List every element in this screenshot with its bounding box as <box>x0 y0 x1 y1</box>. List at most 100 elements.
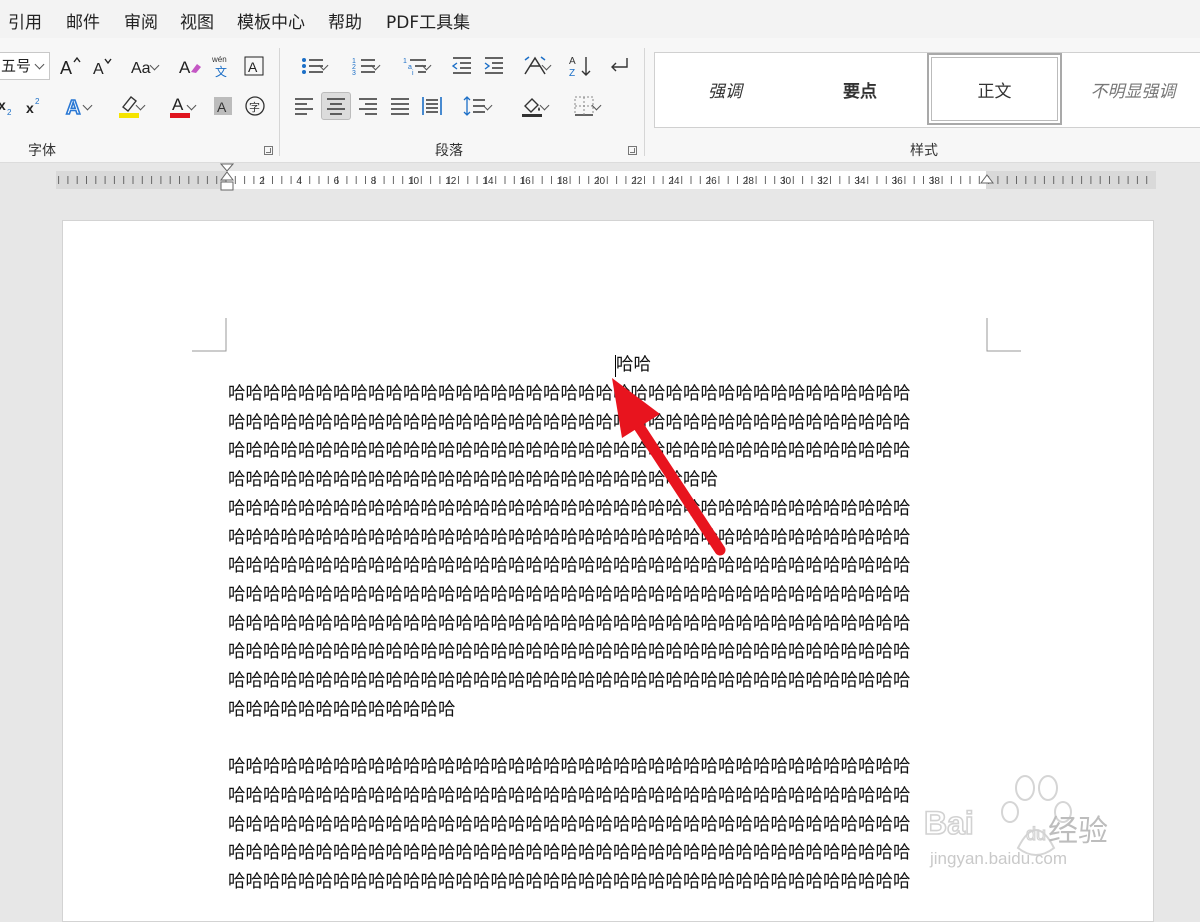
watermark-brand: Bai <box>924 805 974 841</box>
annotation-arrow-icon <box>612 378 726 556</box>
watermark-url: jingyan.baidu.com <box>930 849 1068 868</box>
svg-text:文: 文 <box>215 64 227 79</box>
tab-help[interactable]: 帮助 <box>328 8 362 33</box>
align-right-button[interactable] <box>354 92 382 120</box>
subscript-icon: x2 <box>0 97 12 117</box>
numbering-button[interactable]: 123 <box>342 52 386 80</box>
ruler-number: 4 <box>296 176 302 187</box>
tab-pdf-tools[interactable]: PDF工具集 <box>386 8 470 33</box>
svg-text:x: x <box>0 97 6 113</box>
document-line: 哈哈哈哈哈哈哈哈哈哈哈哈哈哈哈哈哈哈哈哈哈哈哈哈哈哈哈哈哈哈哈哈哈哈哈哈哈哈哈 <box>228 613 911 634</box>
character-shading-icon: A <box>214 97 232 115</box>
clear-formatting-icon: A <box>179 58 201 77</box>
font-dialog-launcher-icon[interactable] <box>264 146 273 155</box>
document-line: 哈哈哈哈哈哈哈哈哈哈哈哈哈哈哈哈哈哈哈哈哈哈哈哈哈哈哈哈哈哈哈哈哈哈哈哈哈哈哈 <box>228 384 911 404</box>
chevron-down-icon <box>34 59 45 70</box>
enclose-character-button[interactable]: 字 <box>242 92 268 120</box>
svg-text:i: i <box>412 70 414 77</box>
font-size-select[interactable]: 五号 <box>0 52 50 80</box>
ruler-number: 6 <box>334 176 340 187</box>
first-line-indent-marker-icon[interactable] <box>220 163 234 196</box>
paragraph-dialog-launcher-icon[interactable] <box>628 146 637 155</box>
document-line: 哈哈哈哈哈哈哈哈哈哈哈哈哈 <box>228 699 456 720</box>
svg-text:x: x <box>26 100 34 116</box>
enclose-character-icon: 字 <box>245 96 265 116</box>
style-subtle-emphasis[interactable]: 不明显强调 <box>1065 53 1200 125</box>
shading-button[interactable] <box>509 92 555 120</box>
align-left-button[interactable] <box>290 92 318 120</box>
paragraph-mark-icon <box>611 58 628 72</box>
horizontal-ruler[interactable]: 2 4 6 8 10 12 14 16 18 20 22 24 26 28 30 32 34 36 38 <box>0 163 1200 196</box>
group-separator <box>279 48 280 156</box>
styles-group-label: 样式 <box>910 143 938 159</box>
svg-text:2: 2 <box>35 97 40 106</box>
tab-template-center[interactable]: 模板中心 <box>237 8 305 33</box>
svg-text:wén: wén <box>211 55 227 64</box>
ruler-number: 26 <box>706 176 718 187</box>
style-emphasis-label: 强调 <box>708 81 742 102</box>
distributed-icon <box>422 97 442 115</box>
bullets-button[interactable] <box>290 52 334 80</box>
multilevel-list-button[interactable]: 1ai <box>393 52 437 80</box>
document-line: 哈哈哈哈哈哈哈哈哈哈哈哈哈哈哈哈哈哈哈哈哈哈哈哈哈哈哈哈哈哈哈哈哈哈哈哈哈哈哈 <box>228 785 911 806</box>
document-line: 哈哈哈哈哈哈哈哈哈哈哈哈哈哈哈哈哈哈哈哈哈哈哈哈哈哈哈哈哈哈哈哈哈哈哈哈哈哈哈 <box>228 671 911 691</box>
line-spacing-button[interactable] <box>452 92 498 120</box>
show-marks-button[interactable] <box>604 52 634 80</box>
ruler-number: 36 <box>892 176 904 187</box>
phonetic-guide-button[interactable]: wén 文 <box>208 52 236 80</box>
document-line: 哈哈哈哈哈哈哈哈哈哈哈哈哈哈哈哈哈哈哈哈哈哈哈哈哈哈哈哈哈哈哈哈哈哈哈哈哈哈哈 <box>228 441 911 462</box>
ruler-number: 24 <box>668 176 680 187</box>
right-indent-marker-icon[interactable] <box>980 173 994 191</box>
tab-review[interactable]: 审阅 <box>124 8 158 33</box>
change-case-button[interactable]: Aa <box>121 52 165 80</box>
font-color-button[interactable]: A <box>158 92 202 120</box>
watermark-brand2: du <box>1026 824 1046 844</box>
ribbon: 五号 A A Aa A wén 文 A x2 x2 A A A 字 字体 1 2… <box>0 38 1200 163</box>
document-line: 哈哈哈哈哈哈哈哈哈哈哈哈哈哈哈哈哈哈哈哈哈哈哈哈哈哈哈哈哈哈哈哈哈哈哈哈哈哈哈 <box>228 757 911 778</box>
paragraph-group-label: 段落 <box>435 143 463 159</box>
shrink-font-button[interactable]: A <box>88 52 116 80</box>
align-center-button[interactable] <box>321 92 351 120</box>
style-emphasis[interactable]: 强调 <box>655 53 795 125</box>
clear-formatting-button[interactable]: A <box>176 52 204 80</box>
borders-button[interactable] <box>561 92 607 120</box>
distributed-button[interactable] <box>418 92 446 120</box>
align-left-icon <box>295 98 313 115</box>
ruler-number: 34 <box>854 176 866 187</box>
align-center-icon <box>327 98 345 115</box>
crop-mark-top-right <box>986 318 1021 352</box>
sort-button[interactable]: AZ <box>566 52 596 80</box>
tab-view[interactable]: 视图 <box>180 8 214 33</box>
crop-mark-top-left <box>192 318 227 352</box>
document-line: 哈哈哈哈哈哈哈哈哈哈哈哈哈哈哈哈哈哈哈哈哈哈哈哈哈哈哈哈哈哈哈哈哈哈哈哈哈哈哈 <box>228 843 911 864</box>
svg-text:A: A <box>60 58 72 77</box>
grow-font-button[interactable]: A <box>56 52 84 80</box>
ruler-number: 12 <box>445 176 457 187</box>
subscript-button[interactable]: x2 <box>0 92 18 120</box>
svg-text:3: 3 <box>352 70 356 77</box>
document-line: 哈哈哈哈哈哈哈哈哈哈哈哈哈哈哈哈哈哈哈哈哈哈哈哈哈哈哈哈哈哈哈哈哈哈哈哈哈哈哈 <box>228 527 911 548</box>
menu-bar: 引用 邮件 审阅 视图 模板中心 帮助 PDF工具集 <box>0 0 1200 38</box>
decrease-indent-button[interactable] <box>448 52 476 80</box>
tab-references[interactable]: 引用 <box>8 8 42 33</box>
text-effects-button[interactable]: A <box>54 92 98 120</box>
chinese-layout-button[interactable] <box>513 52 557 80</box>
tab-mailings[interactable]: 邮件 <box>66 8 100 33</box>
document-line: 哈哈哈哈哈哈哈哈哈哈哈哈哈哈哈哈哈哈哈哈哈哈哈哈哈哈哈哈哈哈哈哈哈哈哈哈哈哈哈 <box>228 412 911 433</box>
style-strong-label: 要点 <box>843 81 877 102</box>
style-normal[interactable]: 正文 <box>927 53 1062 125</box>
justify-button[interactable] <box>386 92 414 120</box>
increase-indent-button[interactable] <box>480 52 508 80</box>
character-border-button[interactable]: A <box>240 52 268 80</box>
justify-icon <box>391 98 409 115</box>
superscript-button[interactable]: x2 <box>23 92 47 120</box>
grow-font-icon: A <box>60 56 81 77</box>
ruler-number: 28 <box>743 176 755 187</box>
document-line: 哈哈哈哈哈哈哈哈哈哈哈哈哈哈哈哈哈哈哈哈哈哈哈哈哈哈哈哈哈哈哈哈哈哈哈哈哈哈哈 <box>228 584 911 605</box>
character-shading-button[interactable]: A <box>210 92 236 120</box>
svg-text:Aa: Aa <box>131 60 151 77</box>
ruler-number: 10 <box>408 176 420 187</box>
highlight-color-button[interactable] <box>107 92 151 120</box>
style-strong[interactable]: 要点 <box>795 53 925 125</box>
sort-icon: AZ <box>569 56 591 78</box>
